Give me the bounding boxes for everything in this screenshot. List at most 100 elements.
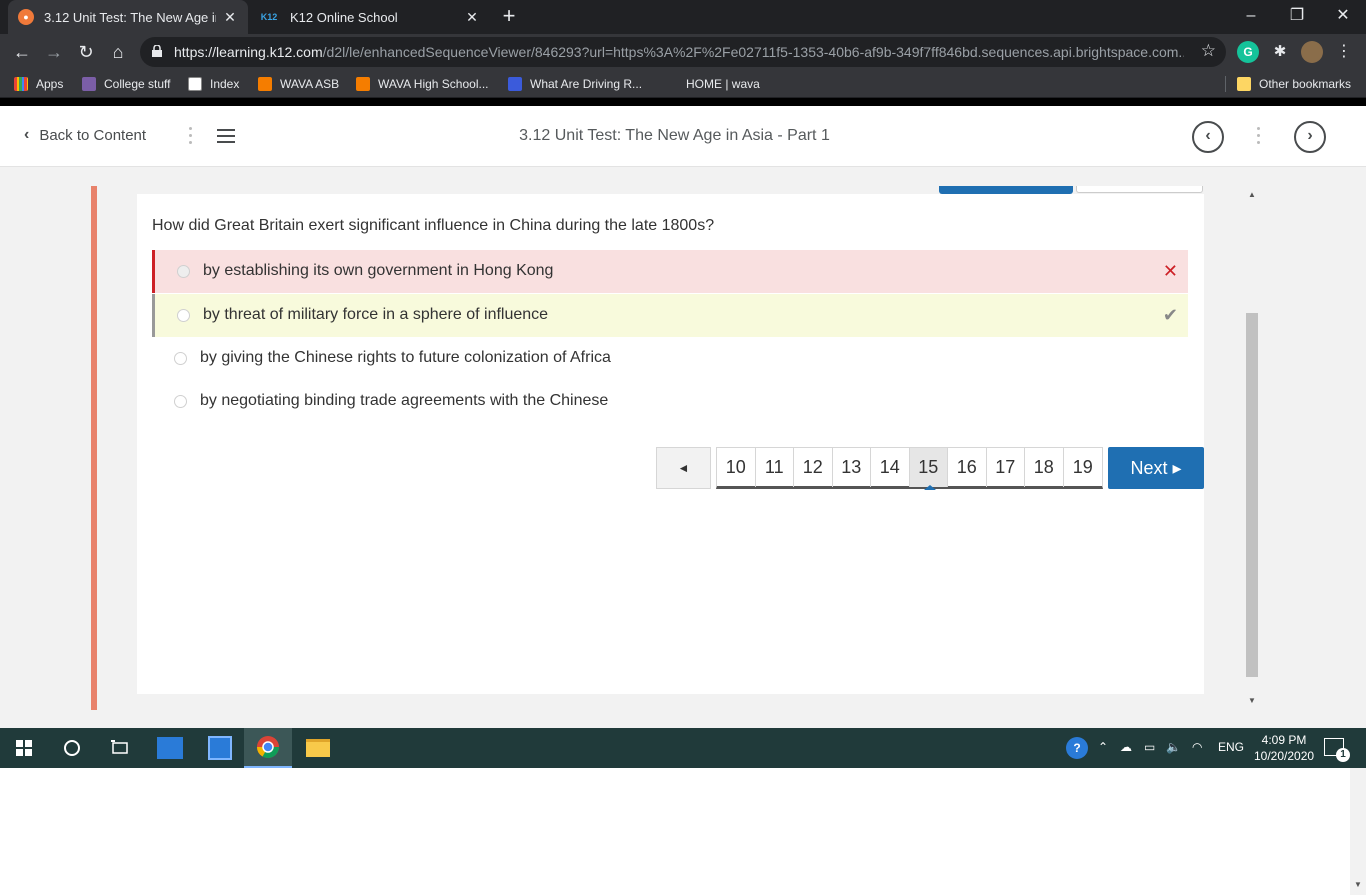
answer-option[interactable]: by establishing its own government in Ho… <box>152 250 1188 293</box>
profile-avatar[interactable] <box>1301 41 1323 63</box>
page-number[interactable]: 17 <box>987 448 1025 487</box>
wifi-icon[interactable]: ◠ <box>1192 740 1202 754</box>
question-text: How did Great Britain exert significant … <box>152 217 715 234</box>
graduation-cap-icon <box>82 77 96 91</box>
radio-button[interactable] <box>174 395 187 408</box>
bookmark-wava-asb[interactable]: WAVA ASB <box>258 75 339 93</box>
d2l-favicon-icon: ● <box>18 9 34 25</box>
bookmark-star-icon[interactable]: ☆ <box>1201 41 1216 61</box>
correct-check-icon: ✔ <box>1162 305 1178 325</box>
bookmark-apps[interactable]: Apps <box>14 75 63 93</box>
onedrive-icon[interactable]: ☁ <box>1120 740 1132 754</box>
notification-count-badge: 1 <box>1336 748 1350 762</box>
home-icon[interactable]: ⌂ <box>104 38 132 66</box>
chrome-taskbar-icon[interactable] <box>244 728 292 768</box>
minimize-icon[interactable]: – <box>1228 0 1274 34</box>
page-number[interactable]: 19 <box>1064 448 1103 487</box>
file-explorer-icon[interactable] <box>294 728 342 768</box>
radio-button[interactable] <box>177 309 190 322</box>
browser-tab-strip: ● 3.12 Unit Test: The New Age in A ✕ K12… <box>0 0 1366 34</box>
search-circle-icon[interactable] <box>48 728 96 768</box>
answer-text: by giving the Chinese rights to future c… <box>200 349 611 366</box>
answer-option[interactable]: by negotiating binding trade agreements … <box>152 380 1188 423</box>
quiz-accent-bar <box>91 186 97 710</box>
index-page-icon <box>188 77 202 91</box>
radio-button[interactable] <box>174 352 187 365</box>
reload-icon[interactable]: ↻ <box>72 38 100 66</box>
tab-title: K12 Online School <box>290 9 398 25</box>
tab-title: 3.12 Unit Test: The New Age in A <box>44 9 216 25</box>
top-secondary-button[interactable] <box>1076 186 1203 193</box>
content-navbar: ‹ Back to Content 3.12 Unit Test: The Ne… <box>0 106 1366 167</box>
extensions-puzzle-icon[interactable]: ✱ <box>1269 41 1291 63</box>
task-view-icon[interactable] <box>96 728 144 768</box>
page-number[interactable]: 14 <box>871 448 910 487</box>
page-number-current[interactable]: 15 <box>909 448 948 490</box>
window-close-icon[interactable]: ✕ <box>1320 0 1366 34</box>
scroll-up-arrow-icon[interactable]: ▲ <box>1248 190 1256 199</box>
answer-option[interactable]: by threat of military force in a sphere … <box>152 294 1188 337</box>
apps-grid-icon <box>14 77 28 91</box>
tab-unit-test[interactable]: ● 3.12 Unit Test: The New Age in A ✕ <box>8 0 248 34</box>
mail-icon[interactable] <box>146 728 194 768</box>
windows-taskbar: ? ⌃ ☁ ▭ 🔈 ◠ ENG 4:09 PM 10/20/2020 1 <box>0 728 1366 768</box>
bookmark-divider <box>1225 76 1226 92</box>
previous-topic-button[interactable]: ‹ <box>1192 121 1224 153</box>
previous-page-button[interactable]: ◄ <box>656 447 711 489</box>
page-number[interactable]: 13 <box>833 448 871 487</box>
forward-arrow-icon[interactable]: → <box>40 38 68 66</box>
close-tab-icon[interactable]: ✕ <box>464 9 480 26</box>
divider-dots <box>1257 127 1261 148</box>
windows-start-icon[interactable] <box>0 728 48 768</box>
grammarly-icon[interactable]: G <box>1237 41 1259 63</box>
bookmark-other[interactable]: Other bookmarks <box>1237 75 1351 93</box>
bookmarks-bar: Apps College stuff Index WAVA ASB WAVA H… <box>0 70 1366 98</box>
top-primary-button[interactable] <box>939 186 1073 194</box>
back-arrow-icon[interactable]: ← <box>8 38 36 66</box>
bookmark-college-stuff[interactable]: College stuff <box>82 75 171 93</box>
page-title: 3.12 Unit Test: The New Age in Asia - Pa… <box>519 127 830 144</box>
restore-icon[interactable]: ❐ <box>1274 0 1320 34</box>
clock-time: 4:09 PM <box>1261 733 1307 747</box>
bookmark-driving-records[interactable]: What Are Driving R... <box>508 75 642 93</box>
clock[interactable]: 4:09 PM 10/20/2020 <box>1254 732 1314 764</box>
folder-icon <box>1237 77 1251 91</box>
close-tab-icon[interactable]: ✕ <box>222 9 238 26</box>
chrome-menu-icon[interactable]: ⋮ <box>1333 41 1355 63</box>
quiz-scrollbar-thumb[interactable] <box>1246 313 1258 677</box>
tab-k12[interactable]: K12 K12 Online School ✕ <box>248 0 490 34</box>
browser-toolbar: ← → ↻ ⌂ https://learning.k12.com/d2l/le/… <box>0 34 1366 70</box>
page-number[interactable]: 11 <box>756 448 794 487</box>
separator-bar <box>0 98 1366 106</box>
next-button[interactable]: Next ▸ <box>1108 447 1204 489</box>
page-number[interactable]: 18 <box>1025 448 1064 487</box>
bookmark-wava-high-school[interactable]: WAVA High School... <box>356 75 489 93</box>
bookmark-home-wava[interactable]: HOME | wava <box>686 75 760 93</box>
page-number[interactable]: 10 <box>717 448 756 487</box>
page-scrollbar[interactable]: ▼ <box>1350 334 1366 895</box>
tray-chevron-icon[interactable]: ⌃ <box>1098 740 1108 754</box>
bookmark-index[interactable]: Index <box>188 75 239 93</box>
answer-text: by negotiating binding trade agreements … <box>200 392 609 409</box>
page-number[interactable]: 16 <box>948 448 987 487</box>
page-number[interactable]: 12 <box>794 448 833 487</box>
new-tab-icon[interactable]: + <box>497 4 521 28</box>
scroll-down-arrow-icon[interactable]: ▼ <box>1248 696 1256 705</box>
next-topic-button[interactable]: › <box>1294 121 1326 153</box>
url-text: https://learning.k12.com/d2l/le/enhanced… <box>174 44 1184 60</box>
battery-icon[interactable]: ▭ <box>1144 740 1155 754</box>
calendar-icon[interactable] <box>196 728 244 768</box>
help-icon[interactable]: ? <box>1066 737 1088 759</box>
scroll-down-arrow-icon[interactable]: ▼ <box>1354 880 1362 889</box>
lock-icon <box>152 45 162 57</box>
answer-option[interactable]: by giving the Chinese rights to future c… <box>152 337 1188 380</box>
answer-text: by establishing its own government in Ho… <box>203 262 554 279</box>
language-indicator[interactable]: ENG <box>1218 740 1244 754</box>
clock-date: 10/20/2020 <box>1254 749 1315 763</box>
radio-button[interactable] <box>177 265 190 278</box>
blogger-icon <box>356 77 370 91</box>
volume-icon[interactable]: 🔈 <box>1166 740 1181 754</box>
blogger-icon <box>258 77 272 91</box>
address-bar[interactable]: https://learning.k12.com/d2l/le/enhanced… <box>140 37 1226 67</box>
k12-favicon-icon: K12 <box>260 12 278 22</box>
